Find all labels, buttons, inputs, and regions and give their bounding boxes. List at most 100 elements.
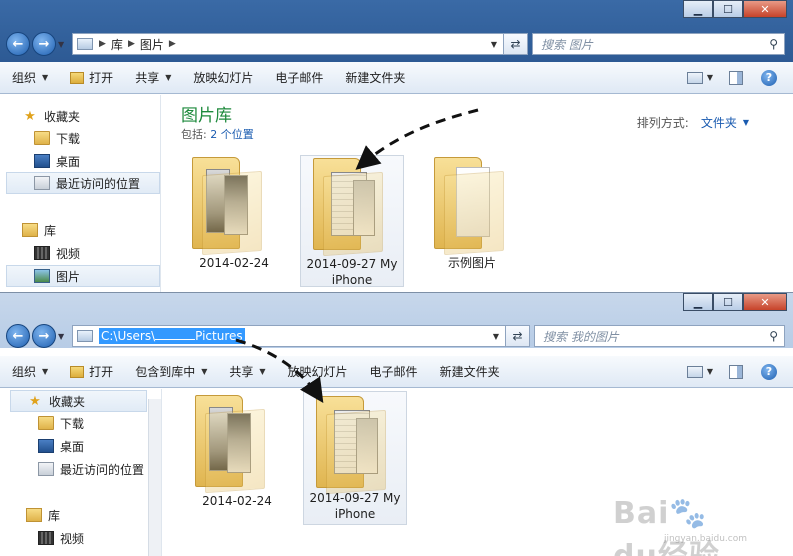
preview-pane-icon[interactable]: [729, 364, 743, 379]
include-in-library-label: 包含到库中: [135, 365, 196, 379]
nav-desktop[interactable]: 桌面: [38, 435, 161, 457]
close-button[interactable]: ✕: [743, 293, 787, 311]
nav-favorites[interactable]: ★ 收藏夹: [10, 390, 147, 412]
back-button[interactable]: ←: [6, 32, 30, 56]
navigation-pane: ★ 收藏夹 下载 桌面 最近访问的位置 库 视频: [0, 389, 162, 556]
nav-downloads[interactable]: 下载: [34, 127, 160, 149]
minimize-button[interactable]: ▁: [683, 293, 713, 311]
folder-name-line2: iPhone: [331, 273, 373, 287]
share-label: 共享: [229, 365, 254, 379]
chevron-down-icon[interactable]: ▼: [707, 367, 713, 376]
maximize-button[interactable]: ☐: [713, 293, 743, 311]
folder-item[interactable]: 2014-02-24: [182, 153, 286, 277]
nav-label: 库: [48, 508, 61, 523]
forward-button[interactable]: →: [32, 32, 56, 56]
folder-item[interactable]: 2014-02-24: [185, 395, 289, 511]
email-button[interactable]: 电子邮件: [370, 363, 418, 380]
share-button[interactable]: 共享 ▼: [229, 363, 265, 380]
recent-pages-dropdown[interactable]: ▼: [58, 332, 68, 341]
maximize-icon: ☐: [723, 2, 733, 16]
help-icon[interactable]: ?: [761, 363, 777, 380]
desktop-icon: [34, 154, 50, 168]
library-window: ▁ ☐ ✕ ← → ▼ ▶ 库 ▶ 图片 ▶ ▼ ⇄ 搜索 图片 ⚲ 组织 ▼ 打…: [0, 0, 793, 292]
email-button[interactable]: 电子邮件: [275, 69, 323, 86]
slideshow-button[interactable]: 放映幻灯片: [193, 69, 253, 86]
close-icon: ✕: [760, 295, 770, 309]
address-history-dropdown[interactable]: ▼: [493, 332, 499, 341]
nav-downloads[interactable]: 下载: [38, 412, 161, 434]
folder-item[interactable]: 2014-09-27 My iPhone: [303, 391, 407, 525]
email-label: 电子邮件: [275, 71, 324, 85]
organize-label: 组织: [12, 365, 37, 379]
maximize-button[interactable]: ☐: [713, 0, 743, 18]
nav-libraries[interactable]: 库: [26, 504, 161, 526]
address-bar[interactable]: ▶ 库 ▶ 图片 ▶ ▼: [72, 33, 504, 55]
new-folder-label: 新建文件夹: [345, 71, 406, 85]
chevron-down-icon[interactable]: ▼: [743, 118, 749, 127]
new-folder-button[interactable]: 新建文件夹: [440, 363, 500, 380]
close-button[interactable]: ✕: [743, 0, 787, 18]
pictures-icon: [34, 269, 50, 283]
change-view-icon[interactable]: [686, 365, 703, 378]
chevron-down-icon[interactable]: ▼: [707, 73, 713, 82]
folder-item[interactable]: 示例图片: [420, 153, 524, 277]
nav-videos[interactable]: 视频: [34, 242, 160, 264]
search-input[interactable]: 搜索 图片 ⚲: [532, 33, 785, 55]
breadcrumb-library[interactable]: 库: [111, 36, 123, 53]
minimize-button[interactable]: ▁: [683, 0, 713, 18]
change-view-icon[interactable]: [686, 71, 703, 84]
nav-favorites[interactable]: ★ 收藏夹: [22, 105, 160, 127]
downloads-folder-icon: [34, 131, 50, 145]
breadcrumb-pictures[interactable]: 图片: [140, 36, 164, 53]
nav-recent-places[interactable]: 最近访问的位置: [38, 458, 161, 480]
help-icon[interactable]: ?: [761, 69, 777, 86]
chevron-down-icon: ▼: [165, 73, 172, 82]
libraries-icon: [22, 223, 38, 237]
baidu-watermark: Bai🐾du经验 jingyan.baidu.com: [613, 496, 749, 556]
nav-desktop[interactable]: 桌面: [34, 150, 160, 172]
nav-videos[interactable]: 视频: [38, 527, 161, 549]
navigation-scrollbar[interactable]: [148, 399, 161, 556]
address-bar[interactable]: C:\Users\ Pictures ▼: [72, 325, 506, 347]
nav-libraries[interactable]: 库: [22, 219, 160, 241]
nav-recent-places[interactable]: 最近访问的位置: [6, 172, 160, 194]
share-button[interactable]: 共享 ▼: [135, 69, 171, 86]
include-in-library-button[interactable]: 包含到库中 ▼: [135, 363, 207, 380]
organize-button[interactable]: 组织 ▼: [12, 69, 48, 86]
refresh-button[interactable]: ⇄: [506, 325, 530, 347]
open-button[interactable]: 打开: [70, 69, 113, 86]
search-placeholder: 搜索 图片: [541, 37, 593, 52]
breadcrumb-separator-icon: ▶: [127, 39, 135, 49]
arrange-by: 排列方式: 文件夹 ▼: [637, 114, 749, 131]
open-button[interactable]: 打开: [70, 363, 113, 380]
breadcrumb-separator-icon: ▶: [99, 39, 106, 49]
forward-button[interactable]: →: [32, 324, 56, 348]
nav-pictures[interactable]: 图片: [6, 265, 160, 287]
recent-places-icon: [34, 176, 50, 190]
chevron-down-icon: ▼: [42, 73, 49, 82]
arrange-by-dropdown[interactable]: 文件夹: [701, 114, 737, 131]
watermark-logo: Bai🐾du经验: [613, 496, 719, 556]
recent-pages-dropdown[interactable]: ▼: [58, 40, 68, 49]
new-folder-button[interactable]: 新建文件夹: [345, 69, 405, 86]
refresh-icon: ⇄: [510, 37, 521, 51]
back-button[interactable]: ←: [6, 324, 30, 348]
back-arrow-icon: ←: [12, 36, 24, 52]
organize-button[interactable]: 组织 ▼: [12, 363, 48, 380]
preview-pane-icon[interactable]: [729, 70, 743, 85]
address-path-selected[interactable]: C:\Users\ Pictures: [99, 328, 245, 344]
search-placeholder: 搜索 我的图片: [543, 329, 619, 344]
folder-name: 2014-02-24: [199, 256, 269, 270]
new-folder-label: 新建文件夹: [439, 365, 500, 379]
nav-label: 视频: [60, 531, 85, 546]
includes-locations-link[interactable]: 2 个位置: [210, 128, 254, 141]
folder-item[interactable]: 2014-09-27 My iPhone: [300, 155, 404, 287]
search-input[interactable]: 搜索 我的图片 ⚲: [534, 325, 785, 347]
refresh-button[interactable]: ⇄: [504, 33, 528, 55]
videos-icon: [38, 531, 54, 545]
star-icon: ★: [29, 393, 41, 409]
command-bar: 组织 ▼ 打开 包含到库中 ▼ 共享 ▼ 放映幻灯片 电子邮件 新建文件夹 ▼ ?: [0, 356, 793, 388]
folder-name-line1: 2014-09-27 My: [306, 257, 398, 271]
slideshow-button[interactable]: 放映幻灯片: [288, 363, 348, 380]
address-history-dropdown[interactable]: ▼: [491, 40, 497, 49]
